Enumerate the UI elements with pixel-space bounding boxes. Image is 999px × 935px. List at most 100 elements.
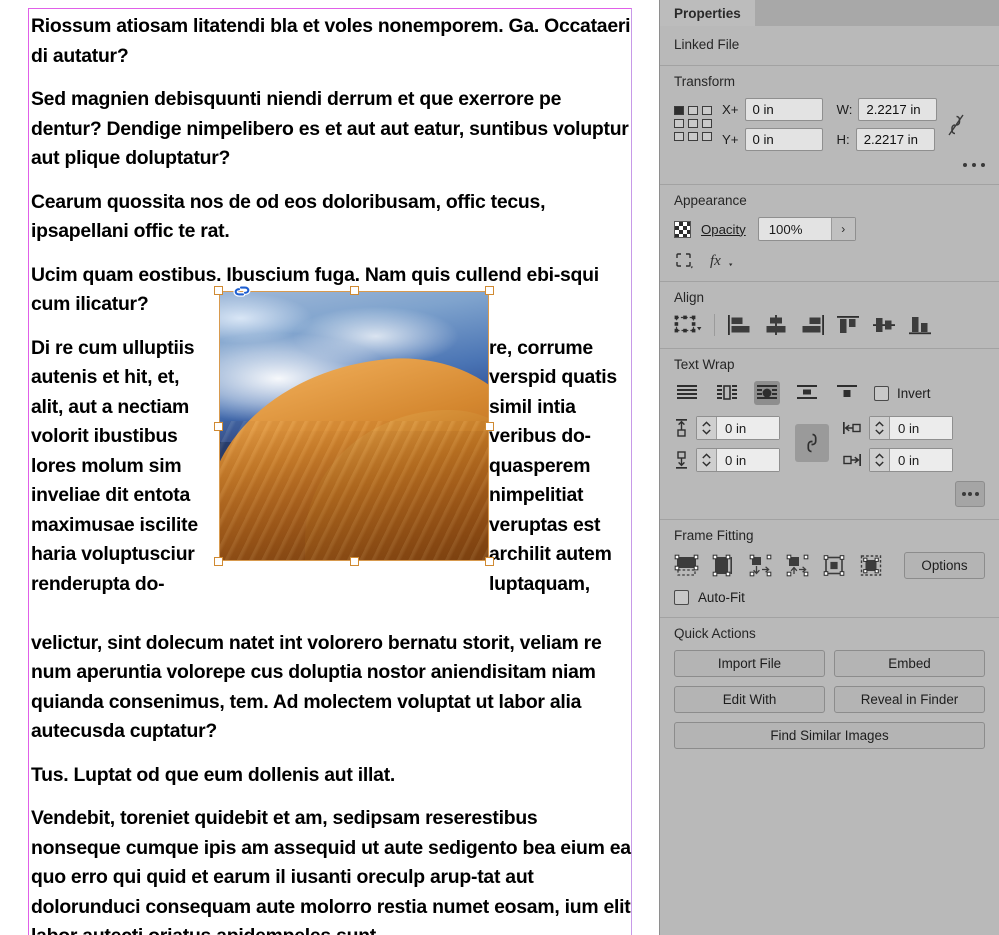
wrap-line: quasperem bbox=[489, 454, 591, 477]
height-input[interactable]: 2.2217 in bbox=[855, 128, 935, 151]
selection-handle-top-right[interactable] bbox=[485, 286, 494, 295]
selection-handle-top-center[interactable] bbox=[350, 286, 359, 295]
top-offset-spinner[interactable] bbox=[697, 417, 717, 439]
desert-dune-image[interactable] bbox=[219, 291, 489, 561]
wrap-around-bounding-box-icon[interactable] bbox=[714, 381, 740, 405]
invert-checkbox[interactable] bbox=[874, 385, 889, 401]
fit-frame-to-content-icon[interactable] bbox=[711, 554, 738, 578]
bottom-offset-spinner[interactable] bbox=[697, 449, 717, 471]
fit-content-proportionally-icon[interactable] bbox=[785, 554, 812, 578]
link-icon[interactable] bbox=[231, 282, 253, 300]
opacity-control[interactable]: 100% › bbox=[757, 217, 856, 241]
wrap-line: veribus do- bbox=[489, 425, 591, 447]
right-offset-stepper[interactable]: 0 in bbox=[869, 448, 953, 472]
top-offset-icon bbox=[674, 418, 689, 438]
import-file-button[interactable]: Import File bbox=[674, 650, 825, 677]
right-offset-icon bbox=[842, 452, 862, 468]
align-bottom-edges-icon[interactable] bbox=[907, 314, 933, 336]
selection-handle-bottom-center[interactable] bbox=[350, 557, 359, 566]
embed-button[interactable]: Embed bbox=[834, 650, 985, 677]
opacity-label[interactable]: Opacity bbox=[701, 222, 746, 237]
selection-handle-top-left[interactable] bbox=[214, 286, 223, 295]
transparency-checker-icon[interactable] bbox=[674, 220, 691, 238]
y-label: Y+ bbox=[722, 132, 739, 147]
quick-actions-title: Quick Actions bbox=[674, 626, 756, 641]
bottom-offset-stepper[interactable]: 0 in bbox=[696, 448, 780, 472]
left-offset-stepper[interactable]: 0 in bbox=[869, 416, 953, 440]
width-input[interactable]: 2.2217 in bbox=[858, 98, 938, 121]
selection-handle-middle-right[interactable] bbox=[485, 422, 494, 431]
wrap-left-column: Di re cum ulluptiis autenis et hit, et, … bbox=[31, 334, 217, 600]
align-top-edges-icon[interactable] bbox=[835, 314, 861, 336]
left-offset-icon bbox=[842, 420, 862, 436]
content-aware-fit-icon[interactable] bbox=[859, 554, 886, 578]
placed-image-frame[interactable] bbox=[214, 285, 494, 566]
fill-frame-proportionally-icon[interactable] bbox=[822, 554, 849, 578]
align-left-edges-icon[interactable] bbox=[727, 314, 753, 336]
wrap-line: maximusae iscilite bbox=[31, 513, 198, 536]
no-text-wrap-icon[interactable] bbox=[674, 381, 700, 405]
reference-point-proxy[interactable] bbox=[674, 105, 714, 144]
frame-fitting-options-button[interactable]: Options bbox=[904, 552, 985, 579]
align-to-selection-icon[interactable] bbox=[674, 314, 702, 336]
wrap-line: alit, aut a nectiam bbox=[31, 395, 189, 418]
x-input[interactable]: 0 in bbox=[744, 98, 823, 121]
invert-label: Invert bbox=[897, 385, 931, 401]
wrap-line: veruptas est bbox=[489, 513, 601, 536]
align-horizontal-centers-icon[interactable] bbox=[763, 314, 789, 336]
y-input[interactable]: 0 in bbox=[744, 128, 823, 151]
left-offset-spinner[interactable] bbox=[870, 417, 890, 439]
quick-actions-section: Quick Actions Import File Embed Edit Wit… bbox=[660, 618, 999, 761]
paragraph: Cearum quossita nos de od eos doloribusa… bbox=[31, 190, 546, 243]
right-offset-spinner[interactable] bbox=[870, 449, 890, 471]
jump-to-next-column-icon[interactable] bbox=[834, 381, 860, 405]
find-similar-images-button[interactable]: Find Similar Images bbox=[674, 722, 985, 749]
right-offset-input[interactable]: 0 in bbox=[890, 449, 952, 471]
properties-panel: Properties Linked File Transform X+ 0 in… bbox=[659, 0, 999, 935]
fx-icon[interactable]: fx bbox=[710, 251, 734, 269]
wrap-line: re, corrume bbox=[489, 336, 593, 359]
fit-content-to-frame-icon[interactable] bbox=[674, 554, 701, 578]
edit-with-button[interactable]: Edit With bbox=[674, 686, 825, 713]
svg-text:fx: fx bbox=[710, 253, 721, 269]
appearance-title: Appearance bbox=[674, 193, 747, 208]
text-wrap-section: Text Wrap Invert 0 in 0 in 0 in 0 in bbox=[660, 349, 999, 520]
paragraph: Riossum atiosam litatendi bla et voles n… bbox=[31, 15, 631, 67]
linked-file-section: Linked File bbox=[660, 26, 999, 66]
auto-fit-checkbox[interactable] bbox=[674, 590, 689, 605]
transform-more-options-icon[interactable] bbox=[963, 158, 985, 172]
selection-handle-middle-left[interactable] bbox=[214, 422, 223, 431]
jump-object-icon[interactable] bbox=[794, 381, 820, 405]
center-content-icon[interactable] bbox=[748, 554, 775, 578]
top-offset-stepper[interactable]: 0 in bbox=[696, 416, 780, 440]
auto-fit-label: Auto-Fit bbox=[698, 590, 745, 605]
frame-fitting-section: Frame Fitting Options Auto-Fit bbox=[660, 520, 999, 618]
wrap-around-object-shape-icon[interactable] bbox=[754, 381, 780, 405]
selection-handle-bottom-left[interactable] bbox=[214, 557, 223, 566]
document-canvas[interactable]: Riossum atiosam litatendi bla et voles n… bbox=[0, 0, 659, 935]
bottom-offset-input[interactable]: 0 in bbox=[717, 449, 779, 471]
tab-properties[interactable]: Properties bbox=[660, 0, 755, 26]
reveal-in-finder-button[interactable]: Reveal in Finder bbox=[834, 686, 985, 713]
paragraph: velictur, sint dolecum natet int volorer… bbox=[31, 631, 602, 743]
align-right-edges-icon[interactable] bbox=[799, 314, 825, 336]
wrap-line: luptaquam, bbox=[489, 572, 590, 595]
text-wrap-title: Text Wrap bbox=[674, 357, 735, 372]
top-offset-input[interactable]: 0 in bbox=[717, 417, 779, 439]
corner-options-icon[interactable] bbox=[675, 252, 694, 269]
h-label: H: bbox=[836, 132, 850, 147]
transform-section: Transform X+ 0 in Y+ 0 in W: 2.2217 in H… bbox=[660, 66, 999, 185]
linked-file-label: Linked File bbox=[674, 37, 740, 52]
opacity-input[interactable]: 100% bbox=[759, 218, 831, 240]
broken-chain-icon[interactable] bbox=[945, 111, 967, 139]
chevron-right-icon[interactable]: › bbox=[830, 218, 855, 240]
align-vertical-centers-icon[interactable] bbox=[871, 314, 897, 336]
frame-fitting-title: Frame Fitting bbox=[674, 528, 754, 543]
left-offset-input[interactable]: 0 in bbox=[890, 417, 952, 439]
text-wrap-more-options-icon[interactable] bbox=[955, 481, 985, 507]
selection-handle-bottom-right[interactable] bbox=[485, 557, 494, 566]
align-section: Align bbox=[660, 282, 999, 349]
wrap-line: verspid quatis bbox=[489, 366, 617, 388]
wrap-line: nimpelitiat bbox=[489, 484, 584, 506]
make-all-settings-same-icon[interactable] bbox=[795, 424, 829, 462]
